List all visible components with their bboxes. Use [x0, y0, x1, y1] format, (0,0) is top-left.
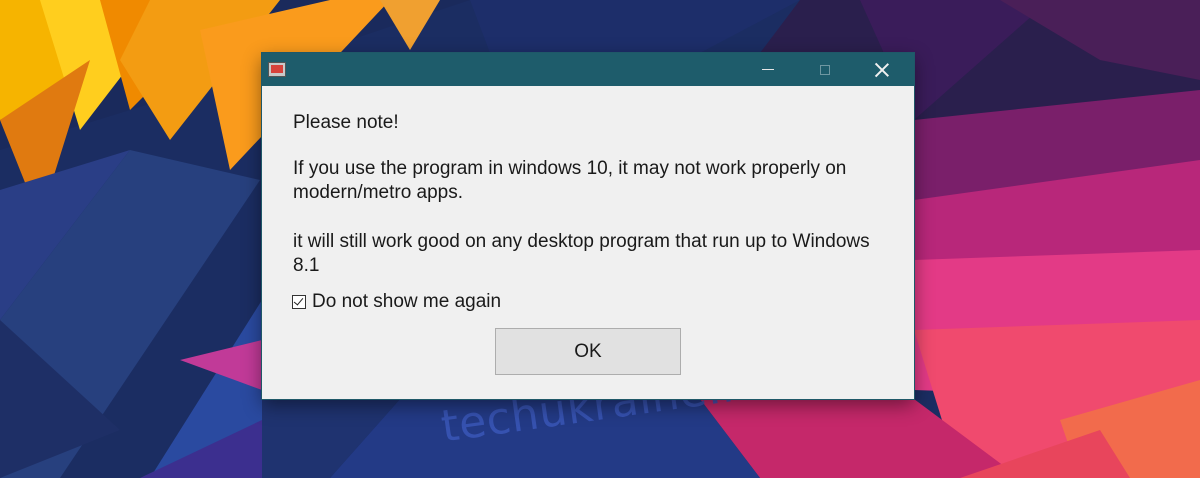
- minimize-icon: [762, 69, 774, 70]
- dont-show-again-checkbox-row[interactable]: Do not show me again: [292, 291, 501, 313]
- dont-show-again-label[interactable]: Do not show me again: [312, 291, 501, 313]
- dialog-heading: Please note!: [293, 112, 399, 133]
- close-icon: [875, 63, 889, 77]
- dialog-titlebar[interactable]: [262, 53, 914, 86]
- app-icon: [268, 62, 286, 77]
- maximize-icon: [820, 64, 830, 75]
- dialog-message-2: it will still work good on any desktop p…: [293, 231, 870, 276]
- notice-dialog: Please note! If you use the program in w…: [262, 53, 914, 399]
- close-button[interactable]: [859, 53, 905, 86]
- maximize-button[interactable]: [802, 53, 848, 86]
- dialog-message-1: If you use the program in windows 10, it…: [293, 158, 847, 203]
- dont-show-again-checkbox[interactable]: [292, 295, 306, 309]
- minimize-button[interactable]: [745, 53, 791, 86]
- ok-button[interactable]: OK: [495, 328, 681, 375]
